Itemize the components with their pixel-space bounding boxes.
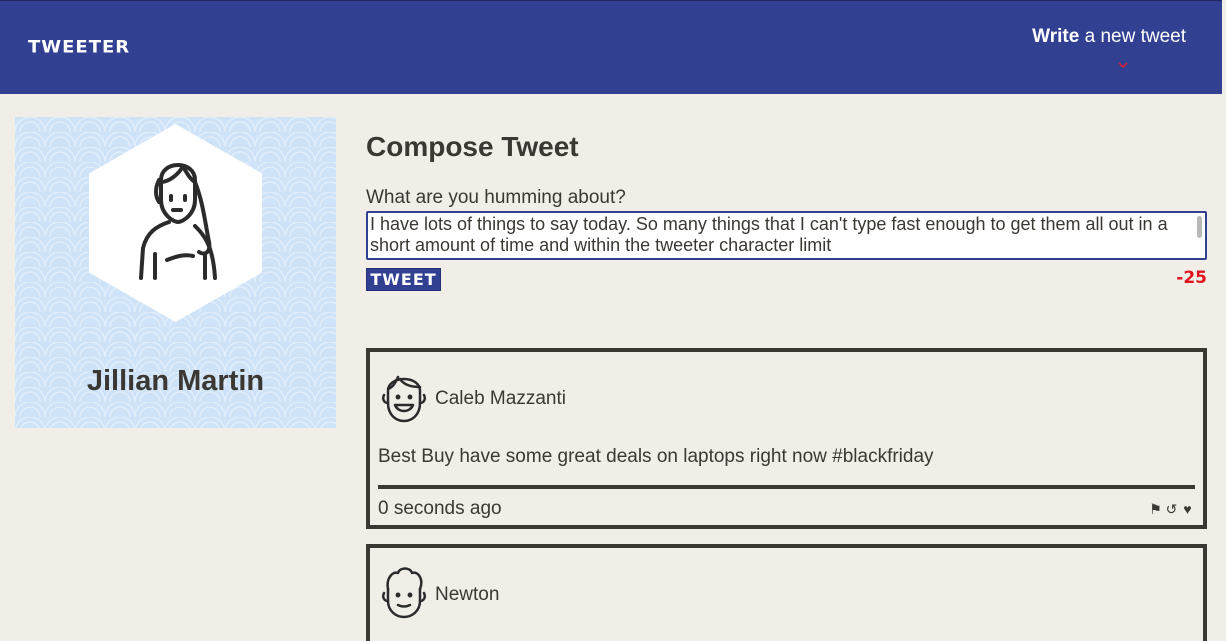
smiling-man-avatar-icon xyxy=(381,375,427,423)
curly-hair-man-avatar-icon xyxy=(381,567,427,619)
compose-title: Compose Tweet xyxy=(366,131,579,162)
tweet-author: Caleb Mazzanti xyxy=(435,388,566,409)
chevron-down-icon[interactable] xyxy=(1118,61,1128,69)
tweet-textarea[interactable]: I have lots of things to say today. So m… xyxy=(366,211,1207,260)
tweet-divider xyxy=(378,485,1195,489)
character-counter: -25 xyxy=(1176,268,1207,288)
tweet-content: Best Buy have some great deals on laptop… xyxy=(378,446,934,467)
retweet-icon[interactable]: ↺ xyxy=(1165,501,1178,518)
write-new-tweet-link[interactable]: Write a new tweet xyxy=(1032,26,1186,48)
woman-avatar-icon xyxy=(139,163,217,280)
tweet-button[interactable]: TWEET xyxy=(366,268,441,291)
textarea-scrollbar[interactable] xyxy=(1195,214,1204,257)
compose-label: What are you humming about? xyxy=(366,187,626,208)
flag-icon[interactable]: ⚑ xyxy=(1149,501,1162,518)
tweet-timestamp: 0 seconds ago xyxy=(378,498,502,519)
brand-logo[interactable]: TWEETER xyxy=(28,38,130,58)
scroll-thumb[interactable] xyxy=(1197,216,1202,238)
write-link-bold: Write xyxy=(1032,26,1080,47)
write-link-rest: a new tweet xyxy=(1079,26,1186,47)
tweet-card: Newton xyxy=(366,544,1207,641)
top-navbar: TWEETER Write a new tweet xyxy=(0,0,1222,94)
tweet-author: Newton xyxy=(435,584,500,605)
tweet-actions: ⚑ ↺ ♥ xyxy=(1149,501,1194,518)
profile-name: Jillian Martin xyxy=(86,365,265,397)
profile-card: Jillian Martin xyxy=(15,117,336,428)
heart-icon[interactable]: ♥ xyxy=(1181,501,1194,518)
tweet-card: Caleb Mazzanti Best Buy have some great … xyxy=(366,348,1207,529)
